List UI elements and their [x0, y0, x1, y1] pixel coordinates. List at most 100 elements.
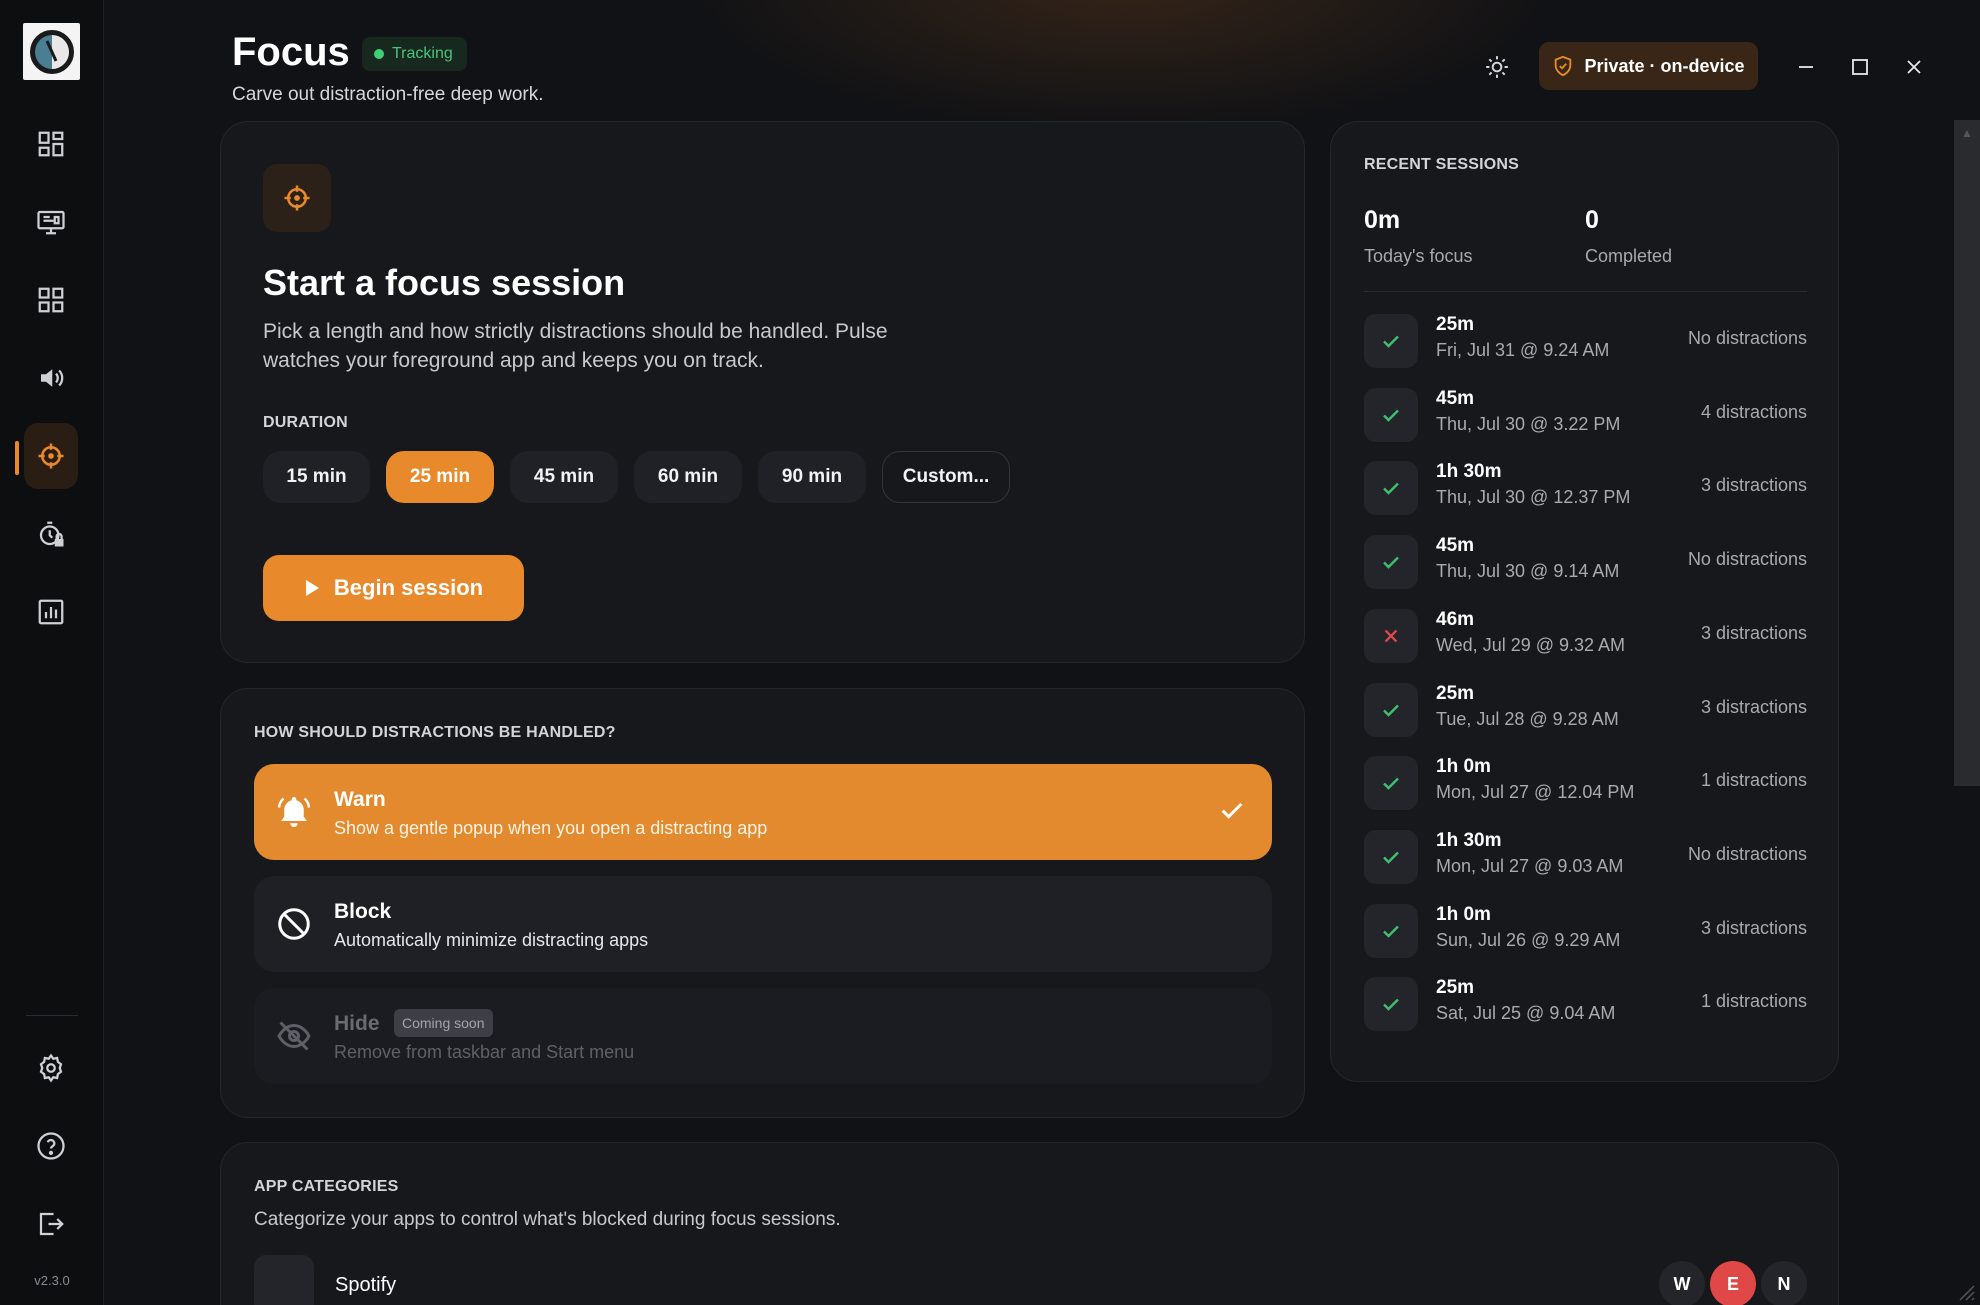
checkmark-icon	[1221, 802, 1243, 819]
resize-grip-icon[interactable]	[1954, 1280, 1976, 1302]
minimize-button[interactable]	[1789, 50, 1823, 84]
session-date: Sun, Jul 26 @ 9.29 AM	[1436, 929, 1621, 950]
duration-60-button[interactable]: 60 min	[634, 451, 742, 503]
session-distractions: No distractions	[1687, 328, 1807, 348]
bell-icon	[277, 797, 311, 827]
mode-option-warn[interactable]: Warn Show a gentle popup when you open a…	[254, 764, 1272, 860]
app-categories-card: APP CATEGORIES Categorize your apps to c…	[220, 1142, 1839, 1305]
category-n-button[interactable]: N	[1761, 1261, 1807, 1305]
sidebar-item-focus[interactable]	[24, 423, 78, 489]
sidebar-item-logout[interactable]	[24, 1191, 78, 1257]
logout-icon	[39, 1212, 64, 1236]
sidebar-item-screen-time[interactable]	[24, 189, 78, 255]
session-distractions: 1 distractions	[1700, 770, 1807, 791]
category-w-button[interactable]: W	[1659, 1261, 1705, 1305]
timer-lock-icon	[39, 521, 64, 547]
sidebar-item-apps[interactable]	[24, 267, 78, 333]
session-distractions: 4 distractions	[1700, 401, 1807, 422]
sidebar-item-dashboard[interactable]	[24, 111, 78, 177]
crosshair-icon	[38, 443, 64, 469]
status-dot	[374, 49, 384, 59]
sidebar-item-help[interactable]	[24, 1113, 78, 1179]
today-focus-label: Today's focus	[1364, 246, 1473, 266]
session-duration: 25m	[1436, 682, 1475, 704]
check-icon	[1364, 977, 1418, 1032]
session-row[interactable]: 1h 0m Sun, Jul 26 @ 9.29 AM 3 distractions	[1364, 902, 1807, 960]
session-date: Thu, Jul 30 @ 12.37 PM	[1436, 487, 1631, 508]
focus-icon-box	[263, 164, 331, 232]
apps-grid-icon	[38, 287, 64, 313]
app-logo[interactable]	[23, 23, 80, 80]
focus-session-card: Start a focus session Pick a length and …	[220, 121, 1305, 663]
session-date: Sat, Jul 25 @ 9.04 AM	[1436, 1003, 1616, 1024]
mode-warn-description: Show a gentle popup when you open a dist…	[334, 818, 768, 838]
mode-option-block[interactable]: Block Automatically minimize distracting…	[254, 876, 1272, 972]
session-row[interactable]: 45m Thu, Jul 30 @ 9.14 AM No distractions	[1364, 533, 1807, 591]
page-title: Focus	[232, 30, 350, 74]
mode-block-name: Block	[334, 900, 392, 923]
theme-toggle-button[interactable]	[1480, 50, 1514, 84]
close-button[interactable]	[1897, 50, 1931, 84]
check-icon	[1364, 314, 1418, 368]
check-icon	[1364, 682, 1418, 737]
sidebar-item-sound[interactable]	[24, 345, 78, 411]
session-row[interactable]: 25m Sat, Jul 25 @ 9.04 AM 1 distractions	[1364, 975, 1807, 1033]
play-icon	[305, 580, 319, 596]
close-icon	[1907, 60, 1921, 74]
sidebar-item-settings[interactable]	[24, 1035, 78, 1101]
session-date: Thu, Jul 30 @ 3.22 PM	[1436, 413, 1621, 434]
maximize-button[interactable]	[1843, 50, 1877, 84]
distraction-mode-label: HOW SHOULD DISTRACTIONS BE HANDLED?	[254, 724, 616, 741]
session-distractions: 3 distractions	[1700, 917, 1807, 938]
duration-25-button[interactable]: 25 min	[386, 451, 494, 503]
duration-90-button[interactable]: 90 min	[758, 451, 866, 503]
session-duration: 1h 30m	[1436, 829, 1502, 851]
session-row[interactable]: 25m Tue, Jul 28 @ 9.28 AM 3 distractions	[1364, 681, 1807, 739]
mode-warn-name: Warn	[334, 788, 386, 811]
session-date: Wed, Jul 29 @ 9.32 AM	[1436, 634, 1626, 655]
scroll-up-arrow-icon[interactable]: ▲	[1958, 124, 1976, 142]
recent-sessions-card: RECENT SESSIONS 0m Today's focus 0 Compl…	[1330, 121, 1839, 1082]
status-badge-label: Tracking	[392, 45, 453, 62]
duration-45-button[interactable]: 45 min	[510, 451, 618, 503]
sun-icon	[1486, 56, 1508, 78]
session-row[interactable]: 1h 30m Thu, Jul 30 @ 12.37 PM 3 distractio…	[1364, 459, 1807, 517]
duration-custom-button[interactable]: Custom...	[882, 451, 1010, 503]
begin-session-button[interactable]: Begin session	[263, 555, 524, 621]
app-icon-spotify	[254, 1255, 314, 1305]
coming-soon-badge: Coming soon	[394, 1009, 493, 1037]
block-icon	[278, 908, 310, 940]
active-indicator	[15, 441, 19, 475]
focus-session-description: Pick a length and how strictly distracti…	[263, 320, 888, 372]
today-focus-value: 0m	[1364, 206, 1401, 234]
duration-options: 15 min 25 min 45 min 60 min 90 min Custo…	[263, 451, 1010, 503]
completed-label: Completed	[1585, 246, 1673, 266]
session-row[interactable]: 45m Thu, Jul 30 @ 3.22 PM 4 distractions	[1364, 386, 1807, 444]
session-date: Fri, Jul 31 @ 9.24 AM	[1436, 340, 1610, 360]
session-row[interactable]: 46m Wed, Jul 29 @ 9.32 AM 3 distractions	[1364, 607, 1807, 665]
session-row[interactable]: 1h 0m Mon, Jul 27 @ 12.04 PM 1 distraction…	[1364, 754, 1807, 812]
stats-divider	[1364, 291, 1807, 292]
x-icon	[1364, 608, 1418, 663]
privacy-status-button[interactable]: Private · on-device	[1539, 42, 1758, 90]
check-icon	[1364, 903, 1418, 958]
completed-value: 0	[1585, 206, 1599, 234]
scrollbar-thumb[interactable]	[1954, 120, 1980, 786]
category-e-button[interactable]: E	[1710, 1261, 1756, 1305]
maximize-icon	[1852, 59, 1868, 75]
session-row[interactable]: 1h 30m Mon, Jul 27 @ 9.03 AM No distractio…	[1364, 828, 1807, 886]
mode-option-hide: Hide Coming soon Remove from taskbar and…	[254, 988, 1272, 1084]
sidebar-item-reports[interactable]	[24, 579, 78, 645]
session-row[interactable]: 25m Fri, Jul 31 @ 9.24 AM No distractions	[1364, 312, 1807, 370]
session-duration: 25m	[1436, 977, 1475, 999]
monitor-icon	[37, 210, 65, 235]
focus-session-title: Start a focus session	[263, 262, 626, 303]
sidebar-divider	[26, 1015, 78, 1016]
duration-15-button[interactable]: 15 min	[263, 451, 370, 503]
privacy-label: Private · on-device	[1584, 55, 1745, 76]
session-date: Tue, Jul 28 @ 9.28 AM	[1436, 708, 1619, 729]
sidebar-item-limits[interactable]	[24, 501, 78, 567]
page-subtitle: Carve out distraction-free deep work.	[232, 84, 544, 105]
session-distractions: No distractions	[1687, 843, 1807, 864]
check-icon	[1364, 756, 1418, 811]
